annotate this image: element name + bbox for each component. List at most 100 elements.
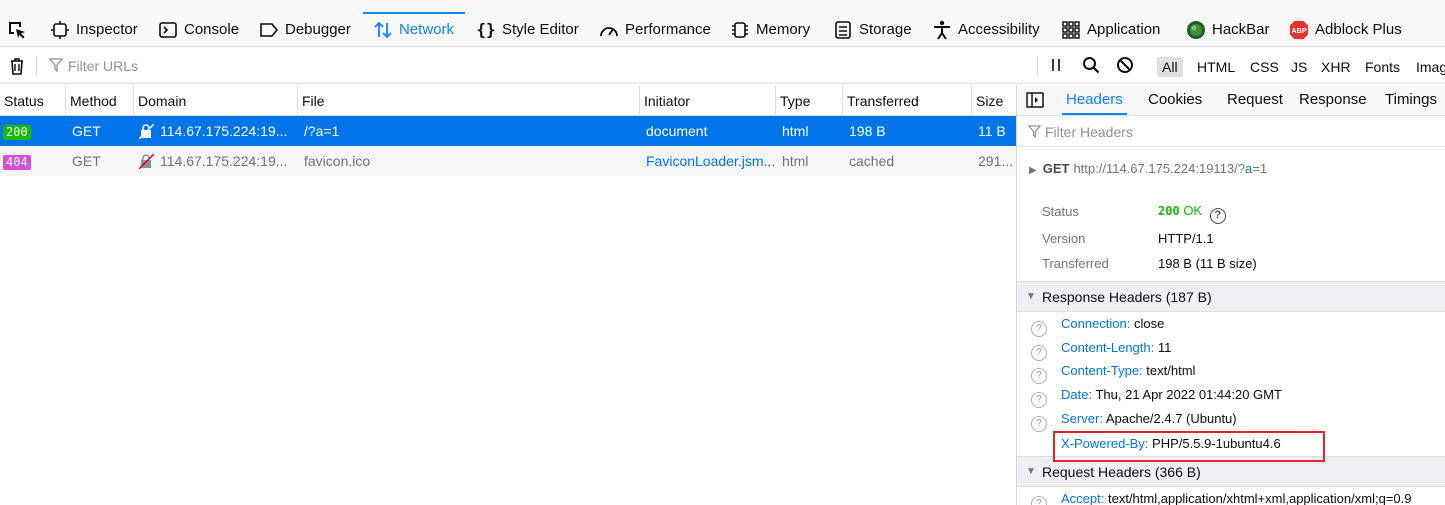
- console-icon: [158, 20, 178, 40]
- tab-hackbar[interactable]: HackBar: [1176, 12, 1280, 47]
- tab-cookies[interactable]: Cookies: [1144, 85, 1206, 115]
- column-initiator[interactable]: Initiator: [640, 85, 776, 116]
- type-filter-all[interactable]: All: [1157, 57, 1183, 77]
- type-filter-css[interactable]: CSS: [1245, 57, 1284, 77]
- hackbar-icon: [1186, 20, 1206, 40]
- tab-timings[interactable]: Timings: [1381, 85, 1441, 115]
- help-icon[interactable]: ?: [1031, 368, 1047, 384]
- expand-arrow-icon: ▶: [1029, 165, 1037, 176]
- braces-icon: {}: [476, 20, 496, 39]
- status-value: 200 OK ?: [1158, 203, 1226, 224]
- requests-table-header: Status Method Domain File Initiator Type…: [0, 85, 1016, 116]
- funnel-icon: [49, 58, 63, 72]
- column-file[interactable]: File: [298, 85, 640, 116]
- column-domain[interactable]: Domain: [134, 85, 298, 116]
- tab-label: Console: [184, 21, 240, 38]
- initiator-cell[interactable]: FaviconLoader.jsm...: [646, 146, 774, 176]
- tab-label: Application: [1087, 21, 1161, 38]
- collapse-arrow-icon: ▼: [1026, 291, 1036, 302]
- storage-icon: [833, 20, 853, 40]
- table-row[interactable]: 200 GET 114.67.175.224:19... /?a=1 docum…: [0, 116, 1016, 146]
- size-cell: 291...: [978, 153, 1014, 169]
- tab-storage[interactable]: Storage: [823, 12, 922, 47]
- transferred-label: Transferred: [1042, 256, 1109, 271]
- pause-icon[interactable]: [1048, 57, 1064, 73]
- type-filter-js[interactable]: JS: [1286, 57, 1312, 77]
- header-row: ? Connection: close: [1031, 316, 1164, 338]
- filter-headers-bar: [1017, 117, 1445, 147]
- domain-cell: 114.67.175.224:19...: [160, 122, 288, 139]
- tab-label: Memory: [756, 21, 811, 38]
- search-icon[interactable]: [1082, 56, 1100, 74]
- trash-icon[interactable]: [7, 56, 27, 76]
- tab-inspector[interactable]: Inspector: [40, 12, 148, 47]
- grid-icon: [1061, 20, 1081, 40]
- tab-accessibility[interactable]: Accessibility: [922, 12, 1050, 47]
- column-status[interactable]: Status: [0, 85, 66, 116]
- help-icon[interactable]: ?: [1031, 345, 1047, 361]
- insecure-lock-icon: [139, 123, 154, 139]
- tab-headers[interactable]: Headers: [1062, 85, 1127, 115]
- type-cell: html: [782, 153, 809, 169]
- type-filter-xhr[interactable]: XHR: [1316, 57, 1356, 77]
- filter-urls-input[interactable]: [68, 56, 568, 76]
- toggle-sidebar-icon[interactable]: [1026, 92, 1044, 108]
- tab-label: Debugger: [285, 21, 351, 38]
- file-cell: favicon.ico: [304, 153, 371, 169]
- version-value: HTTP/1.1: [1158, 231, 1214, 246]
- status-badge: 404: [3, 155, 31, 170]
- tab-adblock-plus[interactable]: ABP Adblock Plus: [1279, 12, 1412, 47]
- type-filter-html[interactable]: HTML: [1192, 57, 1240, 77]
- tab-label: Style Editor: [502, 21, 579, 38]
- initiator-cell: document: [646, 123, 708, 139]
- tab-debugger[interactable]: Debugger: [249, 12, 361, 47]
- header-row: ? Server: Apache/2.4.7 (Ubuntu): [1031, 411, 1237, 433]
- help-icon[interactable]: ?: [1031, 392, 1047, 408]
- method-cell: GET: [72, 123, 101, 139]
- help-icon[interactable]: ?: [1031, 416, 1047, 432]
- tab-application[interactable]: Application: [1051, 12, 1170, 47]
- file-cell: /?a=1: [304, 123, 340, 139]
- request-summary-line[interactable]: ▶ GET http://114.67.175.224:19113/?a=1: [1029, 161, 1267, 176]
- abp-icon: ABP: [1289, 20, 1309, 40]
- help-icon[interactable]: ?: [1031, 496, 1047, 505]
- status-badge: 200: [3, 125, 31, 140]
- transferred-cell: 198 B: [849, 123, 886, 139]
- element-picker-icon[interactable]: [6, 19, 28, 41]
- domain-cell: 114.67.175.224:19...: [160, 152, 288, 169]
- tab-memory[interactable]: Memory: [720, 12, 820, 47]
- tab-performance[interactable]: Performance: [589, 12, 721, 47]
- filter-headers-input[interactable]: [1045, 123, 1425, 141]
- transferred-cell: cached: [849, 153, 895, 169]
- insecure-lock-icon: [139, 153, 154, 169]
- column-size[interactable]: Size: [972, 85, 1016, 116]
- column-transferred[interactable]: Transferred: [843, 85, 972, 116]
- block-requests-icon[interactable]: [1116, 56, 1134, 74]
- header-spacer: [1031, 435, 1047, 451]
- type-filter-fonts[interactable]: Fonts: [1360, 57, 1405, 77]
- devtools-toolbar: Inspector Console Debugger Network {} St…: [0, 0, 1445, 47]
- network-icon: [373, 20, 393, 40]
- response-headers-section[interactable]: ▼ Response Headers (187 B): [1017, 281, 1445, 312]
- details-tabbar: Headers Cookies Request Response Timings: [1017, 85, 1445, 116]
- help-icon[interactable]: ?: [1209, 208, 1226, 224]
- tab-label: Inspector: [76, 21, 138, 38]
- column-type[interactable]: Type: [776, 85, 843, 116]
- tab-request[interactable]: Request: [1223, 85, 1287, 115]
- column-method[interactable]: Method: [66, 85, 134, 116]
- table-row[interactable]: 404 GET 114.67.175.224:19... favicon.ico…: [0, 146, 1016, 176]
- tab-response[interactable]: Response: [1295, 85, 1371, 115]
- help-icon[interactable]: ?: [1031, 321, 1047, 337]
- accessibility-icon: [932, 20, 952, 40]
- version-label: Version: [1042, 231, 1086, 246]
- divider: [36, 56, 37, 76]
- header-row: ? Accept: text/html,application/xhtml+xml…: [1031, 491, 1411, 505]
- tab-console[interactable]: Console: [148, 12, 249, 47]
- type-filter-images[interactable]: Images: [1411, 57, 1445, 77]
- type-cell: html: [782, 123, 809, 139]
- tab-label: Network: [399, 21, 455, 38]
- svg-text:ABP: ABP: [1291, 26, 1306, 35]
- tab-style-editor[interactable]: {} Style Editor: [466, 12, 589, 47]
- divider: [1037, 56, 1038, 76]
- tab-network[interactable]: Network: [363, 12, 465, 47]
